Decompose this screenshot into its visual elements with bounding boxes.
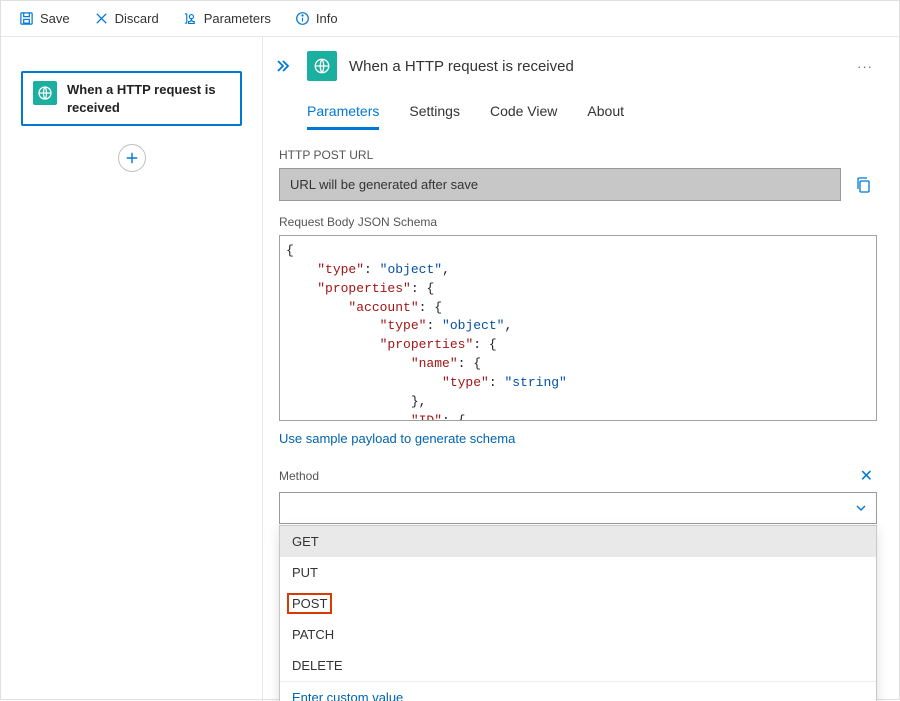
method-dropdown: GETPUT POST PATCHDELETEEnter custom value [279, 525, 877, 701]
tab-parameters[interactable]: Parameters [307, 103, 379, 130]
method-enter-custom[interactable]: Enter custom value [280, 681, 876, 701]
copy-url-button[interactable] [849, 168, 877, 201]
generate-schema-link[interactable]: Use sample payload to generate schema [279, 431, 515, 446]
add-step-button[interactable] [118, 144, 146, 172]
trigger-node[interactable]: When a HTTP request is received [21, 71, 242, 126]
info-icon [295, 11, 310, 26]
save-button[interactable]: Save [9, 7, 80, 30]
top-toolbar: Save Discard Parameters Info [1, 1, 899, 37]
http-trigger-icon [33, 81, 57, 105]
method-option-patch[interactable]: PATCH [280, 619, 876, 650]
parameters-button[interactable]: Parameters [173, 7, 281, 30]
tab-code-view[interactable]: Code View [490, 103, 557, 129]
panel-more-button[interactable]: ··· [853, 55, 877, 78]
chevron-down-icon [854, 501, 868, 515]
info-label: Info [316, 11, 338, 26]
method-option-get[interactable]: GET [280, 526, 876, 557]
method-select[interactable] [279, 492, 877, 524]
method-option-delete[interactable]: DELETE [280, 650, 876, 681]
collapse-panel-button[interactable] [277, 59, 293, 73]
trigger-node-title: When a HTTP request is received [67, 81, 230, 116]
designer-canvas: When a HTTP request is received [1, 37, 263, 701]
parameters-icon [183, 11, 198, 26]
http-post-url-field: URL will be generated after save [279, 168, 841, 201]
tab-about[interactable]: About [587, 103, 624, 129]
info-button[interactable]: Info [285, 7, 348, 30]
panel-tabs: Parameters Settings Code View About [273, 103, 877, 130]
method-option-put[interactable]: PUT [280, 557, 876, 588]
discard-button[interactable]: Discard [84, 7, 169, 30]
tab-settings[interactable]: Settings [409, 103, 460, 129]
method-field-label: Method ✕ [279, 466, 877, 486]
request-body-schema-editor[interactable]: { "type": "object", "properties": { "acc… [279, 235, 877, 421]
panel-title: When a HTTP request is received [349, 58, 574, 75]
discard-icon [94, 11, 109, 26]
save-label: Save [40, 11, 70, 26]
remove-method-button[interactable]: ✕ [856, 466, 877, 486]
parameters-label: Parameters [204, 11, 271, 26]
http-trigger-icon [307, 51, 337, 81]
url-field-label: HTTP POST URL [279, 148, 877, 162]
discard-label: Discard [115, 11, 159, 26]
details-panel: When a HTTP request is received ··· Para… [263, 37, 899, 701]
save-icon [19, 11, 34, 26]
method-option-post[interactable]: POST [286, 592, 333, 615]
schema-field-label: Request Body JSON Schema [279, 215, 877, 229]
